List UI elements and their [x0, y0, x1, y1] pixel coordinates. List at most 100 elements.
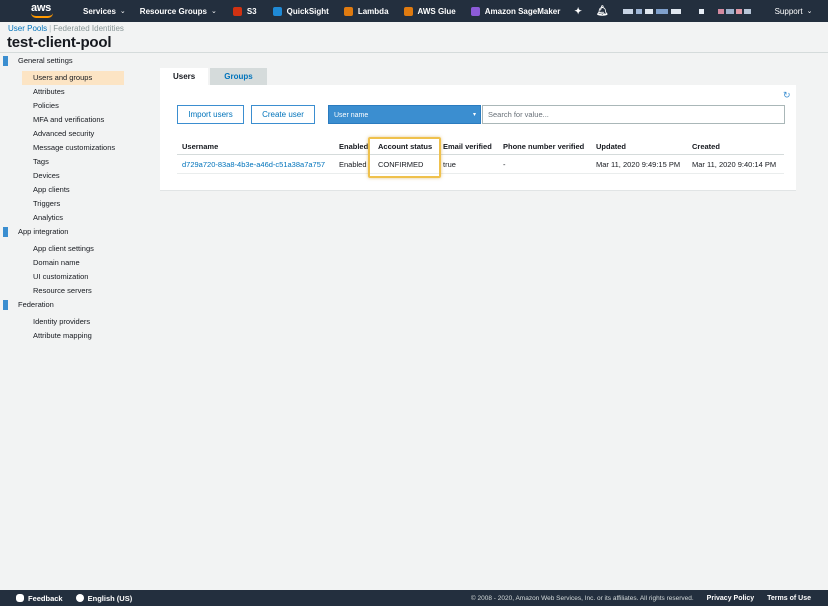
sidebar-section-app-integration[interactable]: App integration [0, 225, 128, 239]
page-header: User Pools | Federated Identities test-cli… [0, 22, 828, 53]
glue-label: AWS Glue [417, 6, 456, 16]
chevron-down-icon: ⌄ [806, 8, 813, 15]
sagemaker-icon [470, 6, 480, 16]
refresh-icon[interactable]: ↻ [783, 91, 792, 100]
sidebar-item-identity-providers[interactable]: Identity providers [0, 315, 128, 329]
user-pools-link[interactable]: User Pools [8, 24, 47, 33]
created-cell: Mar 11, 2020 9:40:14 PM [692, 160, 777, 169]
chevron-down-icon: ⌄ [210, 8, 217, 15]
sidebar-item-message-customizations[interactable]: Message customizations [0, 141, 128, 155]
filter-attribute-select[interactable]: User name ▾ [328, 105, 481, 124]
column-header-phone-verified[interactable]: Phone number verified [503, 142, 584, 151]
redacted-block [635, 8, 642, 14]
search-input[interactable] [482, 105, 785, 124]
sidebar-item-tags[interactable]: Tags [0, 155, 128, 169]
phone-verified-cell: - [503, 160, 506, 169]
feedback-label: Feedback [28, 593, 63, 603]
redacted-block [698, 8, 704, 14]
footer-bar: Feedback English (US) © 2008 - 2020, Ama… [0, 590, 828, 606]
globe-icon [75, 594, 84, 602]
sidebar-item-ui-customization[interactable]: UI customization [0, 270, 128, 284]
tab-groups[interactable]: Groups [210, 68, 267, 85]
sidebar-item-policies[interactable]: Policies [0, 99, 128, 113]
privacy-policy-link[interactable]: Privacy Policy [707, 595, 754, 602]
federated-identities-link[interactable]: Federated Identities [53, 24, 124, 33]
aws-smile-icon [31, 13, 53, 18]
column-header-username[interactable]: Username [182, 142, 218, 151]
sidebar-item-advanced-security[interactable]: Advanced security [0, 127, 128, 141]
quicksight-shortcut[interactable]: QuickSight [272, 6, 329, 16]
tab-users[interactable]: Users [160, 68, 209, 85]
sidebar: General settings Users and groups Attrib… [0, 54, 128, 343]
chevron-down-icon: ⌄ [119, 8, 126, 15]
language-selector[interactable]: English (US) [75, 593, 133, 603]
import-users-button[interactable]: Import users [177, 105, 244, 124]
sidebar-item-app-clients[interactable]: App clients [0, 183, 128, 197]
column-header-enabled[interactable]: Enabled [339, 142, 368, 151]
redacted-block [670, 8, 681, 14]
column-header-updated[interactable]: Updated [596, 142, 626, 151]
sidebar-item-devices[interactable]: Devices [0, 169, 128, 183]
email-verified-cell: true [443, 160, 456, 169]
updated-cell: Mar 11, 2020 9:49:15 PM [596, 160, 681, 169]
create-user-button[interactable]: Create user [251, 105, 315, 124]
redacted-block [655, 8, 668, 14]
sidebar-item-attribute-mapping[interactable]: Attribute mapping [0, 329, 128, 343]
sidebar-item-resource-servers[interactable]: Resource servers [0, 284, 128, 298]
feedback-link[interactable]: Feedback [16, 594, 63, 603]
s3-icon [232, 6, 242, 16]
sidebar-item-domain-name[interactable]: Domain name [0, 256, 128, 270]
column-header-created[interactable]: Created [692, 142, 720, 151]
region-menu[interactable] [698, 8, 704, 14]
sidebar-item-users-and-groups[interactable]: Users and groups [22, 71, 124, 85]
account-menu[interactable] [622, 8, 681, 14]
sidebar-item-triggers[interactable]: Triggers [0, 197, 128, 211]
quicksight-icon [272, 6, 282, 16]
users-panel: ↻ Import users Create user User name ▾ U… [160, 85, 796, 191]
quicksight-label: QuickSight [286, 6, 329, 16]
support-label: Support [774, 6, 803, 16]
table-row: d729a720-83a8-4b3e-a46d-c51a38a7a757 Ena… [177, 155, 784, 174]
sidebar-item-mfa[interactable]: MFA and verifications [0, 113, 128, 127]
sidebar-item-app-client-settings[interactable]: App client settings [0, 242, 128, 256]
enabled-cell: Enabled [339, 160, 367, 169]
filter-select-value: User name [334, 112, 369, 119]
glue-shortcut[interactable]: AWS Glue [403, 6, 456, 16]
bell-icon[interactable]: 🔔︎ [596, 6, 609, 17]
redacted-block [725, 8, 734, 14]
sagemaker-label: Amazon SageMaker [484, 6, 561, 16]
account-status-highlight-box [368, 137, 441, 178]
sidebar-section-general-settings[interactable]: General settings [0, 54, 128, 68]
lambda-shortcut[interactable]: Lambda [343, 6, 389, 16]
username-link[interactable]: d729a720-83a8-4b3e-a46d-c51a38a7a757 [182, 160, 325, 169]
services-menu[interactable]: Services ⌄ [83, 7, 126, 16]
redacted-block [622, 8, 633, 14]
sidebar-section-federation[interactable]: Federation [0, 298, 128, 312]
glue-icon [403, 6, 413, 16]
users-table: Username Enabled Account status Email ve… [177, 139, 784, 174]
pin-icon[interactable]: ✦ [574, 6, 582, 17]
lambda-label: Lambda [357, 6, 389, 16]
terms-of-use-link[interactable]: Terms of Use [767, 595, 811, 602]
redacted-block [644, 8, 653, 14]
breadcrumb-separator: | [49, 24, 52, 33]
s3-label: S3 [246, 6, 257, 16]
s3-shortcut[interactable]: S3 [232, 6, 257, 16]
sidebar-item-analytics[interactable]: Analytics [0, 211, 128, 225]
sidebar-item-attributes[interactable]: Attributes [0, 85, 128, 99]
table-header-row: Username Enabled Account status Email ve… [177, 139, 784, 155]
services-label: Services [83, 6, 116, 16]
page-title: test-client-pool [7, 34, 112, 51]
redacted-block [717, 8, 724, 14]
breadcrumb: User Pools | Federated Identities [8, 24, 124, 33]
user-redacted[interactable] [717, 8, 751, 14]
aws-logo[interactable]: aws [0, 0, 56, 22]
language-label: English (US) [87, 593, 133, 603]
redacted-block [743, 8, 751, 14]
support-menu[interactable]: Support ⌄ [775, 7, 813, 16]
column-header-email-verified[interactable]: Email verified [443, 142, 492, 151]
chat-bubble-icon [16, 594, 24, 602]
sagemaker-shortcut[interactable]: Amazon SageMaker [470, 6, 561, 16]
lambda-icon [343, 6, 353, 16]
resource-groups-menu[interactable]: Resource Groups ⌄ [140, 7, 217, 16]
